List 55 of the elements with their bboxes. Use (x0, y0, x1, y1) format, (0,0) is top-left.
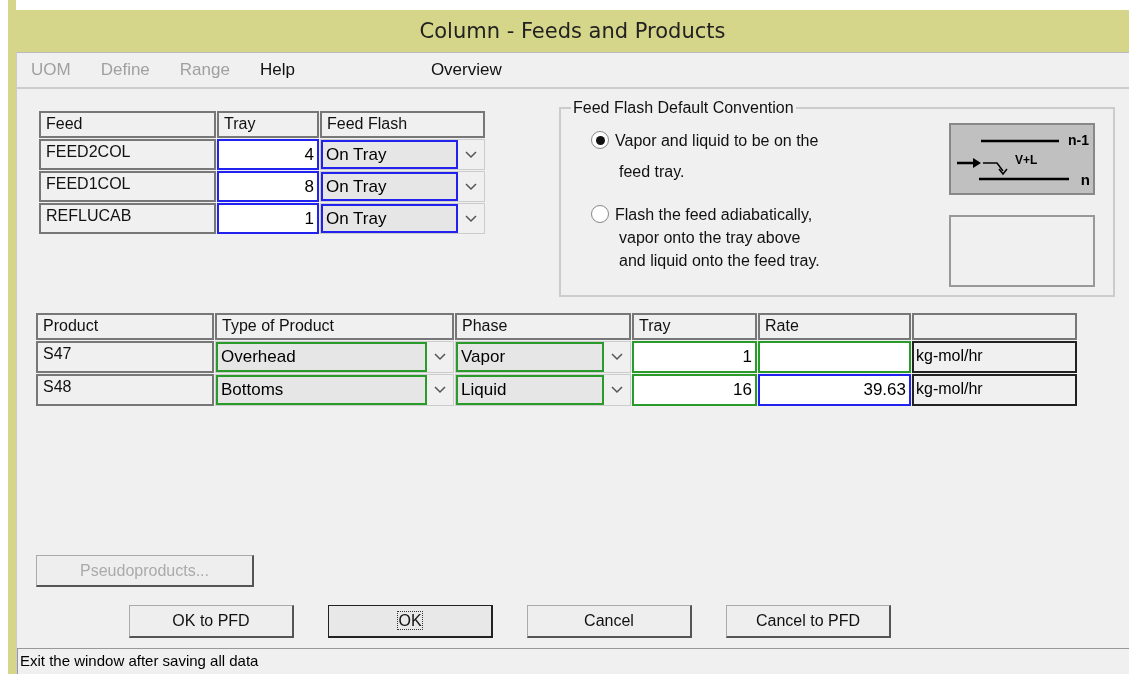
tray-label: n-1 (1068, 133, 1089, 147)
chevron-icon (465, 182, 477, 191)
option-label: feed tray. (618, 162, 686, 182)
dialog-button[interactable]: OK to PFD (129, 605, 294, 638)
dropdown[interactable]: Overhead (215, 341, 454, 373)
option-label: and liquid onto the feed tray. (618, 251, 820, 271)
dialog-button[interactable]: OK (328, 605, 493, 638)
dropdown[interactable]: On Tray (320, 139, 485, 170)
option-label: Flash the feed adiabatically, (614, 205, 814, 225)
chevron-icon (611, 353, 623, 361)
tray-field[interactable]: 8 (217, 171, 319, 202)
rate-field[interactable]: 39.63 (758, 374, 911, 406)
group-title: Feed Flash Default Convention (572, 99, 795, 117)
dialog-button[interactable]: Cancel (527, 605, 692, 638)
status-text: Exit the window after saving all data (20, 652, 259, 669)
menu-item[interactable]: Overview (430, 60, 502, 80)
column-header: Product (36, 313, 214, 340)
chevron-icon (611, 386, 623, 394)
table-cell: S48 (36, 374, 214, 406)
menu-item[interactable]: Help (259, 60, 295, 80)
unit-cell: kg-mol/hr (912, 341, 1077, 373)
unit-cell: kg-mol/hr (912, 374, 1077, 406)
table-cell: S47 (36, 341, 214, 373)
dropdown[interactable]: Liquid (455, 374, 631, 406)
column-header: Phase (455, 313, 631, 340)
option-label: vapor onto the tray above (618, 228, 802, 248)
column-header: Tray (217, 111, 319, 138)
table-cell: FEED1COL (39, 171, 216, 202)
dropdown[interactable]: Vapor (455, 341, 631, 373)
mixture-label: V+L (1015, 153, 1038, 167)
table-cell: REFLUCAB (39, 203, 216, 234)
tray-field[interactable]: 4 (217, 139, 319, 170)
radio-button[interactable] (591, 205, 609, 223)
column-header: Feed (39, 111, 216, 138)
dropdown[interactable]: On Tray (320, 203, 485, 234)
radio-button[interactable] (591, 131, 609, 149)
column-header: Feed Flash (320, 111, 485, 138)
dropdown[interactable]: On Tray (320, 171, 485, 202)
tray-field[interactable]: 1 (632, 341, 757, 373)
chevron-icon (465, 214, 477, 223)
column-header: Tray (632, 313, 757, 340)
dialog-button[interactable]: Cancel to PFD (726, 605, 891, 638)
column-header: Type of Product (215, 313, 454, 340)
rate-field[interactable] (758, 341, 911, 373)
chevron-icon (434, 386, 446, 394)
option-label: Vapor and liquid to be on the (614, 131, 819, 151)
window-title: Column - Feeds and Products (419, 19, 726, 43)
tray-field[interactable]: 1 (217, 203, 319, 234)
table-cell: FEED2COL (39, 139, 216, 170)
column-header: Rate (758, 313, 911, 340)
chevron-icon (465, 150, 477, 159)
tray-field[interactable]: 16 (632, 374, 757, 406)
dropdown[interactable]: Bottoms (215, 374, 454, 406)
tray-label: n (1080, 173, 1090, 187)
chevron-icon (434, 353, 446, 361)
